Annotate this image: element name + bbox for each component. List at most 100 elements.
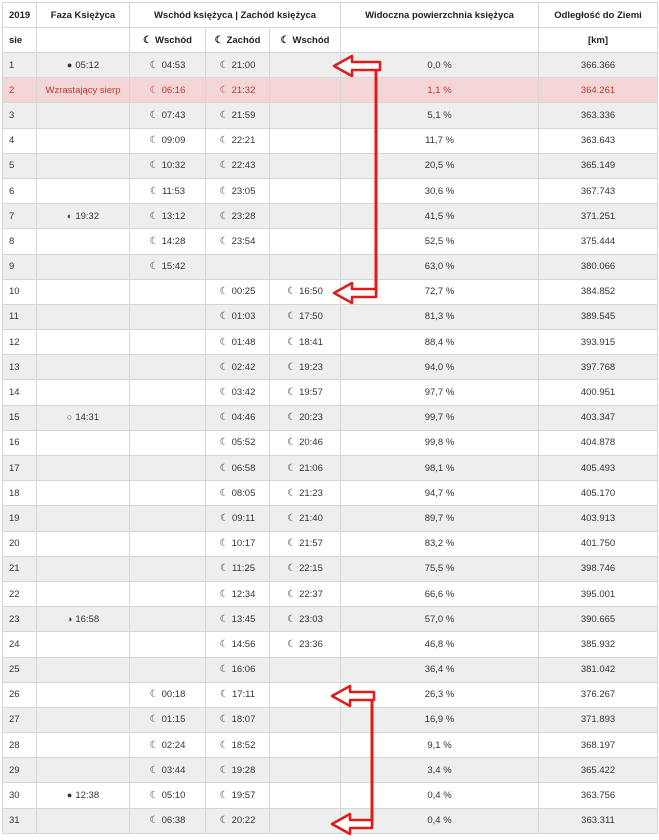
moonrise-icon: ☾ [287,638,297,650]
rise-cell [129,379,206,406]
phase-cell [36,228,130,255]
visible-surface-cell: 99,7 % [340,404,539,431]
phase-cell [36,329,130,356]
time-text: 06:58 [231,462,256,474]
table-row: 2 Wzrastający sierp ☾ 06:16 ☾ 21:32 1,1 % 364.2… [2,77,658,104]
rise2-cell: ☾ 21:57 [269,530,341,557]
table-row: 24 ☾ 14:56 ☾ 23:36 46,8 % 385.932 [2,631,658,658]
set-subheader: ☾ Zachód [205,27,270,53]
year-header: 2019 [2,2,37,28]
table-row: 30 ● 12:38 ☾ 05:10 ☾ 19:57 0,4 % 363.756 [2,782,658,809]
table-row: 11 ☾ 01:03 ☾ 17:50 81,3 % 389.545 [2,303,658,331]
moonrise-icon: ☾ [149,109,159,121]
set-cell: ☾ 08:05 [205,480,270,507]
rise-cell: ☾ 02:24 [129,732,206,759]
set-cell: ☾ 05:52 [205,429,270,457]
time-text: 06:16 [161,84,186,96]
visible-surface-cell: 30,6 % [340,177,539,205]
table-row: 17 ☾ 06:58 ☾ 21:06 98,1 % 405.493 [2,454,658,482]
moonset-icon: ☾ [219,437,229,449]
visible-surface-cell: 1,1 % [340,77,539,104]
rise-cell [129,631,206,658]
rise2-cell [269,152,341,179]
moonset-icon: ☾ [219,714,229,726]
time-text: 09:11 [231,512,256,524]
rise2-cell: ☾ 19:23 [269,354,341,381]
day-cell: 28 [2,732,37,759]
rise2-cell [269,732,341,759]
moonrise-icon: ☾ [287,336,297,348]
time-text: 17:11 [231,689,256,701]
moonrise-icon: ☾ [149,261,159,273]
time-text: 14:28 [161,235,186,247]
time-text: 19:28 [231,764,256,776]
day-cell: 3 [2,102,37,129]
rise2-cell: ☾ 20:46 [269,429,341,457]
set-cell: ☾ 22:43 [205,152,270,179]
moonrise-icon: ☾ [287,462,297,474]
visible-surface-cell: 46,8 % [340,631,539,658]
phase-cell [36,732,130,759]
day-cell: 7 [2,203,37,230]
moonset-icon: ☾ [219,160,229,172]
set-cell: ☾ 16:06 [205,656,270,683]
distance-cell: 364.261 [538,77,658,104]
rise2-cell [269,706,341,734]
visible-surface-cell: 89,7 % [340,505,539,532]
time-text: 23:54 [231,235,256,247]
distance-cell: 365.422 [538,757,658,784]
time-text: 01:03 [231,311,256,323]
rise-cell [129,530,206,557]
moonrise-icon: ☾ [287,588,297,600]
table-row: 21 ☾ 11:25 ☾ 22:15 75,5 % 398.746 [2,555,658,582]
visible-surface-cell: 36,4 % [340,656,539,683]
day-cell: 12 [2,329,37,356]
visible-surface-cell: 0,4 % [340,807,539,834]
moonset-icon: ☾ [219,689,229,701]
rise-cell [129,404,206,431]
set-cell: ☾ 22:21 [205,127,270,154]
time-text: 18:52 [231,739,256,751]
rise2-cell: ☾ 22:37 [269,580,341,608]
rise2-cell: ☾ 20:23 [269,404,341,431]
distance-cell: 363.311 [538,807,658,834]
visible-surface-cell: 63,0 % [340,253,539,280]
moonrise-icon: ☾ [149,714,159,726]
day-cell: 6 [2,177,37,205]
table-row: 20 ☾ 10:17 ☾ 21:57 83,2 % 401.750 [2,530,658,557]
phase-cell [36,354,130,381]
time-text: 11:25 [231,563,256,575]
time-text: 20:22 [231,815,256,827]
distance-cell: 384.852 [538,278,658,305]
day-cell: 26 [2,681,37,708]
set-cell: ☾ 11:25 [205,555,270,582]
moonset-icon: ☾ [219,336,229,348]
phase-text: Wzrastający sierp [45,84,121,96]
time-text: 19:23 [299,361,323,373]
time-text: 22:43 [231,160,256,172]
rise2-cell [269,656,341,683]
rise2-cell [269,228,341,255]
rise2-cell [269,782,341,809]
distance-cell: 367.743 [538,177,658,205]
time-text: 05:52 [231,437,256,449]
moonrise-icon: ☾ [280,34,290,46]
phase-cell [36,127,130,154]
distance-cell: 371.893 [538,706,658,734]
distance-cell: 395.001 [538,580,658,608]
visible-surface-cell: 83,2 % [340,530,539,557]
rise-cell [129,555,206,582]
table-row: 16 ☾ 05:52 ☾ 20:46 99,8 % 404.878 [2,429,658,457]
day-cell: 30 [2,782,37,809]
rise-cell [129,480,206,507]
phase-cell [36,480,130,507]
time-text: 18:41 [299,336,323,348]
rise-cell: ☾ 05:10 [129,782,206,809]
rise-cell: ☾ 09:09 [129,127,206,154]
rise2-cell: ☾ 23:36 [269,631,341,658]
table-row: 7 ◐ 19:32 ☾ 13:12 ☾ 23:28 41,5 % 371.251 [2,203,658,230]
header-row: 2019 Faza Księżyca Wschód księżyca | Zac… [2,2,658,28]
day-cell: 17 [2,454,37,482]
table-row: 22 ☾ 12:34 ☾ 22:37 66,6 % 395.001 [2,580,658,608]
day-cell: 16 [2,429,37,457]
